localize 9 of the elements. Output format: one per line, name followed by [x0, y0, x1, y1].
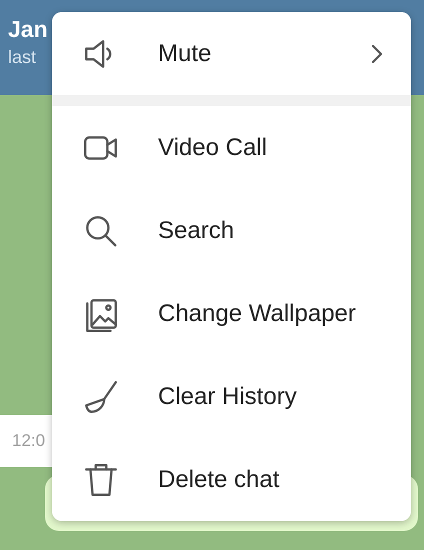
menu-item[interactable]: Mute — [52, 12, 411, 95]
menu-item[interactable]: Video Call — [52, 106, 411, 189]
menu-item[interactable]: Clear History — [52, 355, 411, 438]
message-time: 12:0 — [12, 431, 46, 451]
menu-item[interactable]: Change Wallpaper — [52, 272, 411, 355]
menu-item[interactable]: Search — [52, 189, 411, 272]
menu-item[interactable]: Delete chat — [52, 438, 411, 521]
chat-status: last — [8, 46, 36, 69]
chat-title: Jan — [8, 15, 48, 44]
